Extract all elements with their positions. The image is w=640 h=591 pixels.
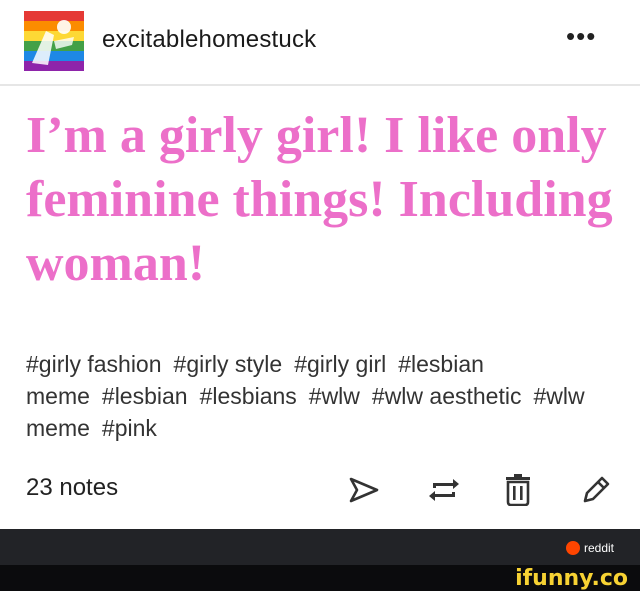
tag-list: #girly fashion #girly style #girly girl #le…	[26, 348, 626, 444]
trash-icon[interactable]	[498, 470, 538, 510]
post-header: excitablehomestuck •••	[0, 0, 640, 84]
tag[interactable]: #wlw	[309, 383, 360, 409]
ifunny-logo: ifunny.co	[515, 566, 628, 591]
pencil-icon[interactable]	[576, 470, 616, 510]
ifunny-bar: ifunny.co	[0, 565, 640, 591]
tag[interactable]: #lesbian	[102, 383, 188, 409]
send-icon[interactable]	[344, 470, 384, 510]
reddit-watermark: reddit	[565, 541, 614, 555]
tag[interactable]: #girly style	[174, 351, 283, 377]
avatar[interactable]	[24, 11, 84, 71]
tag[interactable]: #girly girl	[294, 351, 386, 377]
rainbow-avatar-image	[24, 11, 84, 71]
reddit-logo-icon	[565, 541, 580, 555]
tag[interactable]: #girly fashion	[26, 351, 162, 377]
tag[interactable]: #wlw aesthetic	[372, 383, 522, 409]
reddit-label: reddit	[583, 541, 614, 555]
divider	[0, 84, 640, 86]
tag[interactable]: #pink	[102, 415, 157, 441]
notes-count[interactable]: 23 notes	[26, 474, 118, 502]
ellipsis-icon[interactable]: •••	[566, 23, 596, 49]
tag[interactable]: #lesbians	[200, 383, 297, 409]
post-headline: I’m a girly girl! I like only feminine t…	[26, 107, 613, 292]
reblog-icon[interactable]	[424, 470, 464, 510]
username[interactable]: excitablehomestuck	[102, 26, 316, 54]
